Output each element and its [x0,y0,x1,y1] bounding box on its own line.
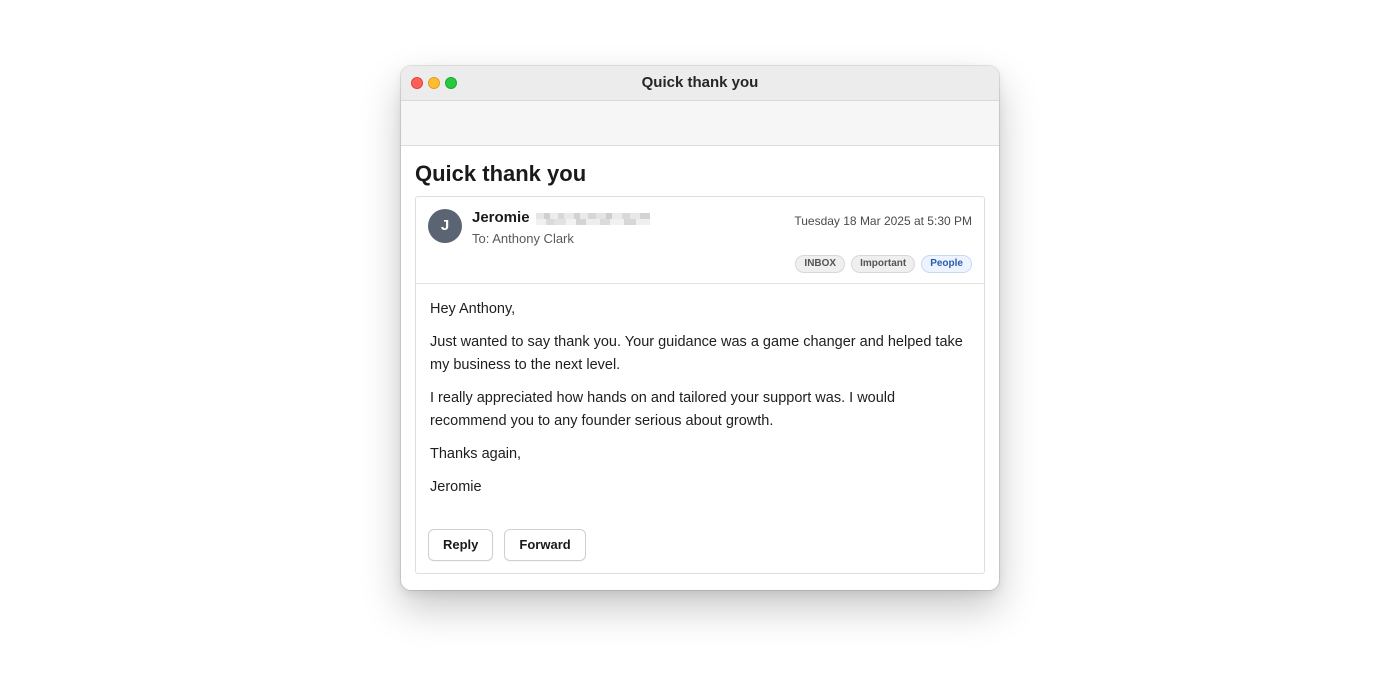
label-people[interactable]: People [921,255,972,273]
body-paragraph: Hey Anthony, [430,301,516,317]
toolbar [401,101,999,146]
message-card: J Jeromie To: Anthony Clark Tuesday 18 M… [415,196,985,574]
message-actions: Reply Forward [428,529,586,561]
message-view: Quick thank you J Jeromie To: Anthony Cl… [401,160,999,574]
body-paragraph: Jeromie [430,479,482,495]
window-title: Quick thank you [641,74,759,91]
label-important[interactable]: Important [851,255,916,273]
title-bar: Quick thank you [401,66,999,101]
message-body: Hey Anthony, Just wanted to say thank yo… [416,284,984,499]
recipient-line: To: Anthony Clark [472,231,574,246]
reply-button[interactable]: Reply [428,529,494,561]
body-paragraph: Just wanted to say thank you. Your guida… [430,334,963,373]
email-subject: Quick thank you [415,161,587,186]
message-date: Tuesday 18 Mar 2025 at 5:30 PM [794,214,972,228]
mail-window: Quick thank you Quick thank you J Jeromi… [401,66,999,590]
message-header: J Jeromie To: Anthony Clark Tuesday 18 M… [416,197,984,284]
sender-name: Jeromie [472,209,530,226]
body-paragraph: Thanks again, [430,446,522,462]
label-list: INBOX Important People [795,255,972,273]
redacted-sender-email [536,213,650,225]
body-paragraph: I really appreciated how hands on and ta… [430,390,896,429]
avatar: J [428,209,462,243]
forward-button[interactable]: Forward [504,529,586,561]
label-inbox[interactable]: INBOX [795,255,846,273]
